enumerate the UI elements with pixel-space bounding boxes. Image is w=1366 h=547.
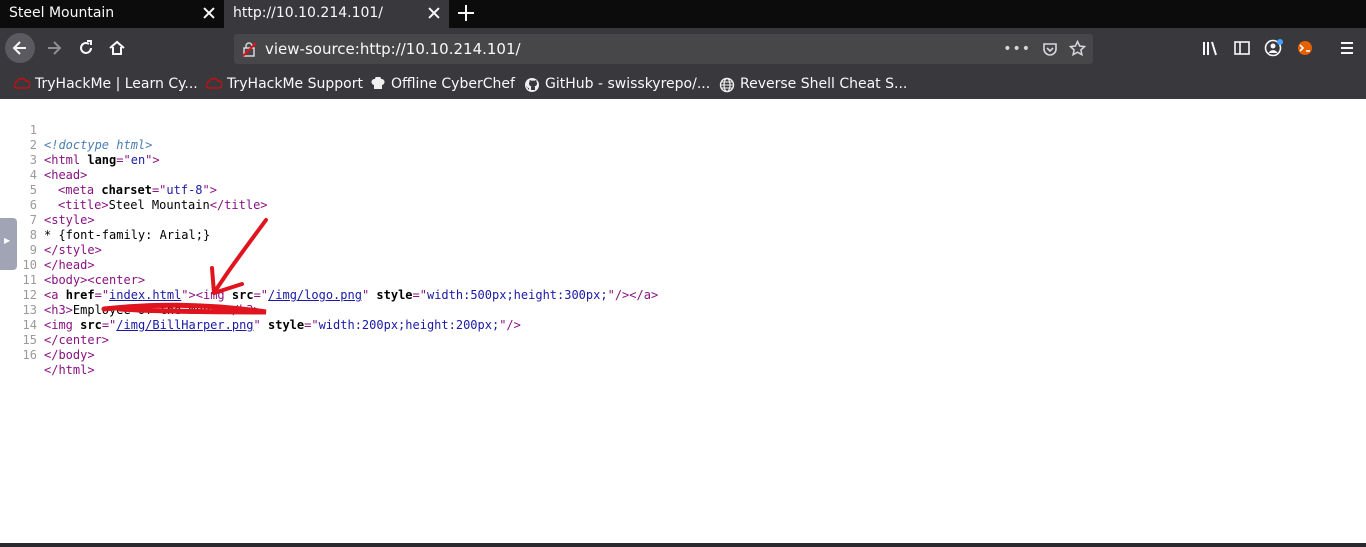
status-border — [0, 543, 1366, 547]
red-annotation-arrow — [101, 218, 268, 315]
